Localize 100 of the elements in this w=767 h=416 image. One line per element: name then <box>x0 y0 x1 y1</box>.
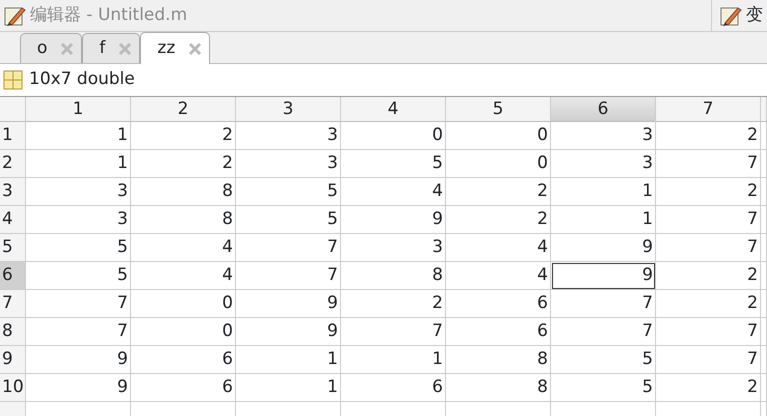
table-cell: 8 <box>131 178 236 206</box>
column-header <box>761 97 767 122</box>
table-cell: 7 <box>656 234 761 262</box>
column-header[interactable]: 2 <box>131 97 236 122</box>
row-header[interactable]: 4 <box>0 206 26 234</box>
row-header[interactable]: 7 <box>0 290 26 318</box>
column-header[interactable]: 5 <box>446 97 551 122</box>
table-cell: 7 <box>26 290 131 318</box>
table-cell: 8 <box>341 262 446 290</box>
table-cell: 5 <box>26 262 131 290</box>
table-cell: 7 <box>341 318 446 346</box>
table-cell: 4 <box>131 234 236 262</box>
table-cell: 6 <box>131 346 236 374</box>
row-header[interactable]: 5 <box>0 234 26 262</box>
table-cell: 1 <box>551 178 656 206</box>
table-cell: 1 <box>551 206 656 234</box>
variable-summary: 10x7 double <box>29 68 135 92</box>
table-cell: 5 <box>341 150 446 178</box>
table-cell: 2 <box>446 178 551 206</box>
tab[interactable]: f <box>99 36 106 62</box>
table-cell: 9 <box>551 234 656 262</box>
tab[interactable]: o <box>37 36 48 62</box>
table-cell: 9 <box>551 262 656 290</box>
window-title: 变 <box>746 4 763 27</box>
column-header[interactable]: 1 <box>26 97 131 122</box>
table-cell: 2 <box>656 262 761 290</box>
grid-icon <box>3 70 23 90</box>
table-cell: 3 <box>236 122 341 150</box>
table-cell: 1 <box>26 150 131 178</box>
table-cell: 0 <box>341 122 446 150</box>
table-cell: 0 <box>131 318 236 346</box>
table-cell: 4 <box>446 262 551 290</box>
table-cell: 4 <box>446 234 551 262</box>
row-header[interactable]: 9 <box>0 346 26 374</box>
row-header[interactable]: 6 <box>0 262 26 290</box>
table-cell: 6 <box>446 290 551 318</box>
table-cell: 9 <box>236 318 341 346</box>
close-icon[interactable] <box>189 42 202 54</box>
table-cell: 4 <box>341 178 446 206</box>
column-header[interactable]: 6 <box>551 97 656 122</box>
table-cell: 0 <box>131 290 236 318</box>
pencil-icon <box>720 4 742 26</box>
table-cell: 3 <box>236 150 341 178</box>
table-cell: 1 <box>26 122 131 150</box>
table-cell: 5 <box>236 206 341 234</box>
table-cell: 3 <box>26 206 131 234</box>
table-cell: 7 <box>236 234 341 262</box>
row-header[interactable]: 3 <box>0 178 26 206</box>
row-header[interactable]: 1 <box>0 122 26 150</box>
table-cell: 1 <box>236 346 341 374</box>
pencil-icon <box>4 4 26 26</box>
row-header[interactable]: 10 <box>0 374 26 402</box>
corner-header <box>0 97 26 122</box>
table-cell: 4 <box>131 262 236 290</box>
row-header[interactable]: 2 <box>0 150 26 178</box>
table-cell: 9 <box>341 206 446 234</box>
column-header[interactable]: 3 <box>236 97 341 122</box>
table-cell: 2 <box>131 122 236 150</box>
table-cell: 8 <box>446 346 551 374</box>
table-cell: 7 <box>656 346 761 374</box>
column-header[interactable]: 4 <box>341 97 446 122</box>
table-cell: 2 <box>656 178 761 206</box>
table-cell: 3 <box>551 150 656 178</box>
table-cell: 6 <box>446 318 551 346</box>
table-cell: 9 <box>26 346 131 374</box>
close-icon[interactable] <box>119 42 132 54</box>
close-icon[interactable] <box>61 42 74 54</box>
table-cell: 9 <box>236 290 341 318</box>
table-cell: 7 <box>656 318 761 346</box>
table-cell: 2 <box>131 150 236 178</box>
table-cell: 0 <box>446 122 551 150</box>
table-cell: 7 <box>236 262 341 290</box>
column-header[interactable]: 7 <box>656 97 761 122</box>
table-cell: 7 <box>656 150 761 178</box>
table-cell: 8 <box>446 374 551 402</box>
table-cell: 5 <box>551 346 656 374</box>
table-cell: 1 <box>341 346 446 374</box>
table-cell: 3 <box>341 234 446 262</box>
table-cell: 7 <box>26 318 131 346</box>
table-cell: 2 <box>656 374 761 402</box>
table-cell: 2 <box>656 122 761 150</box>
table-cell: 1 <box>236 374 341 402</box>
table-cell: 3 <box>551 122 656 150</box>
table-cell: 9 <box>26 374 131 402</box>
table-cell: 6 <box>131 374 236 402</box>
table-cell: 2 <box>446 206 551 234</box>
table-cell: 7 <box>551 290 656 318</box>
table-cell: 2 <box>341 290 446 318</box>
table-cell: 5 <box>236 178 341 206</box>
table-cell: 7 <box>551 318 656 346</box>
table-cell: 7 <box>656 206 761 234</box>
table-cell: 0 <box>446 150 551 178</box>
table-cell: 5 <box>551 374 656 402</box>
table-cell: 5 <box>26 234 131 262</box>
table-cell: 3 <box>26 178 131 206</box>
table-cell: 2 <box>656 290 761 318</box>
table-cell: 6 <box>341 374 446 402</box>
window-title: 编辑器 - Untitled.m <box>30 4 188 27</box>
table-cell: 8 <box>131 206 236 234</box>
row-header[interactable]: 8 <box>0 318 26 346</box>
